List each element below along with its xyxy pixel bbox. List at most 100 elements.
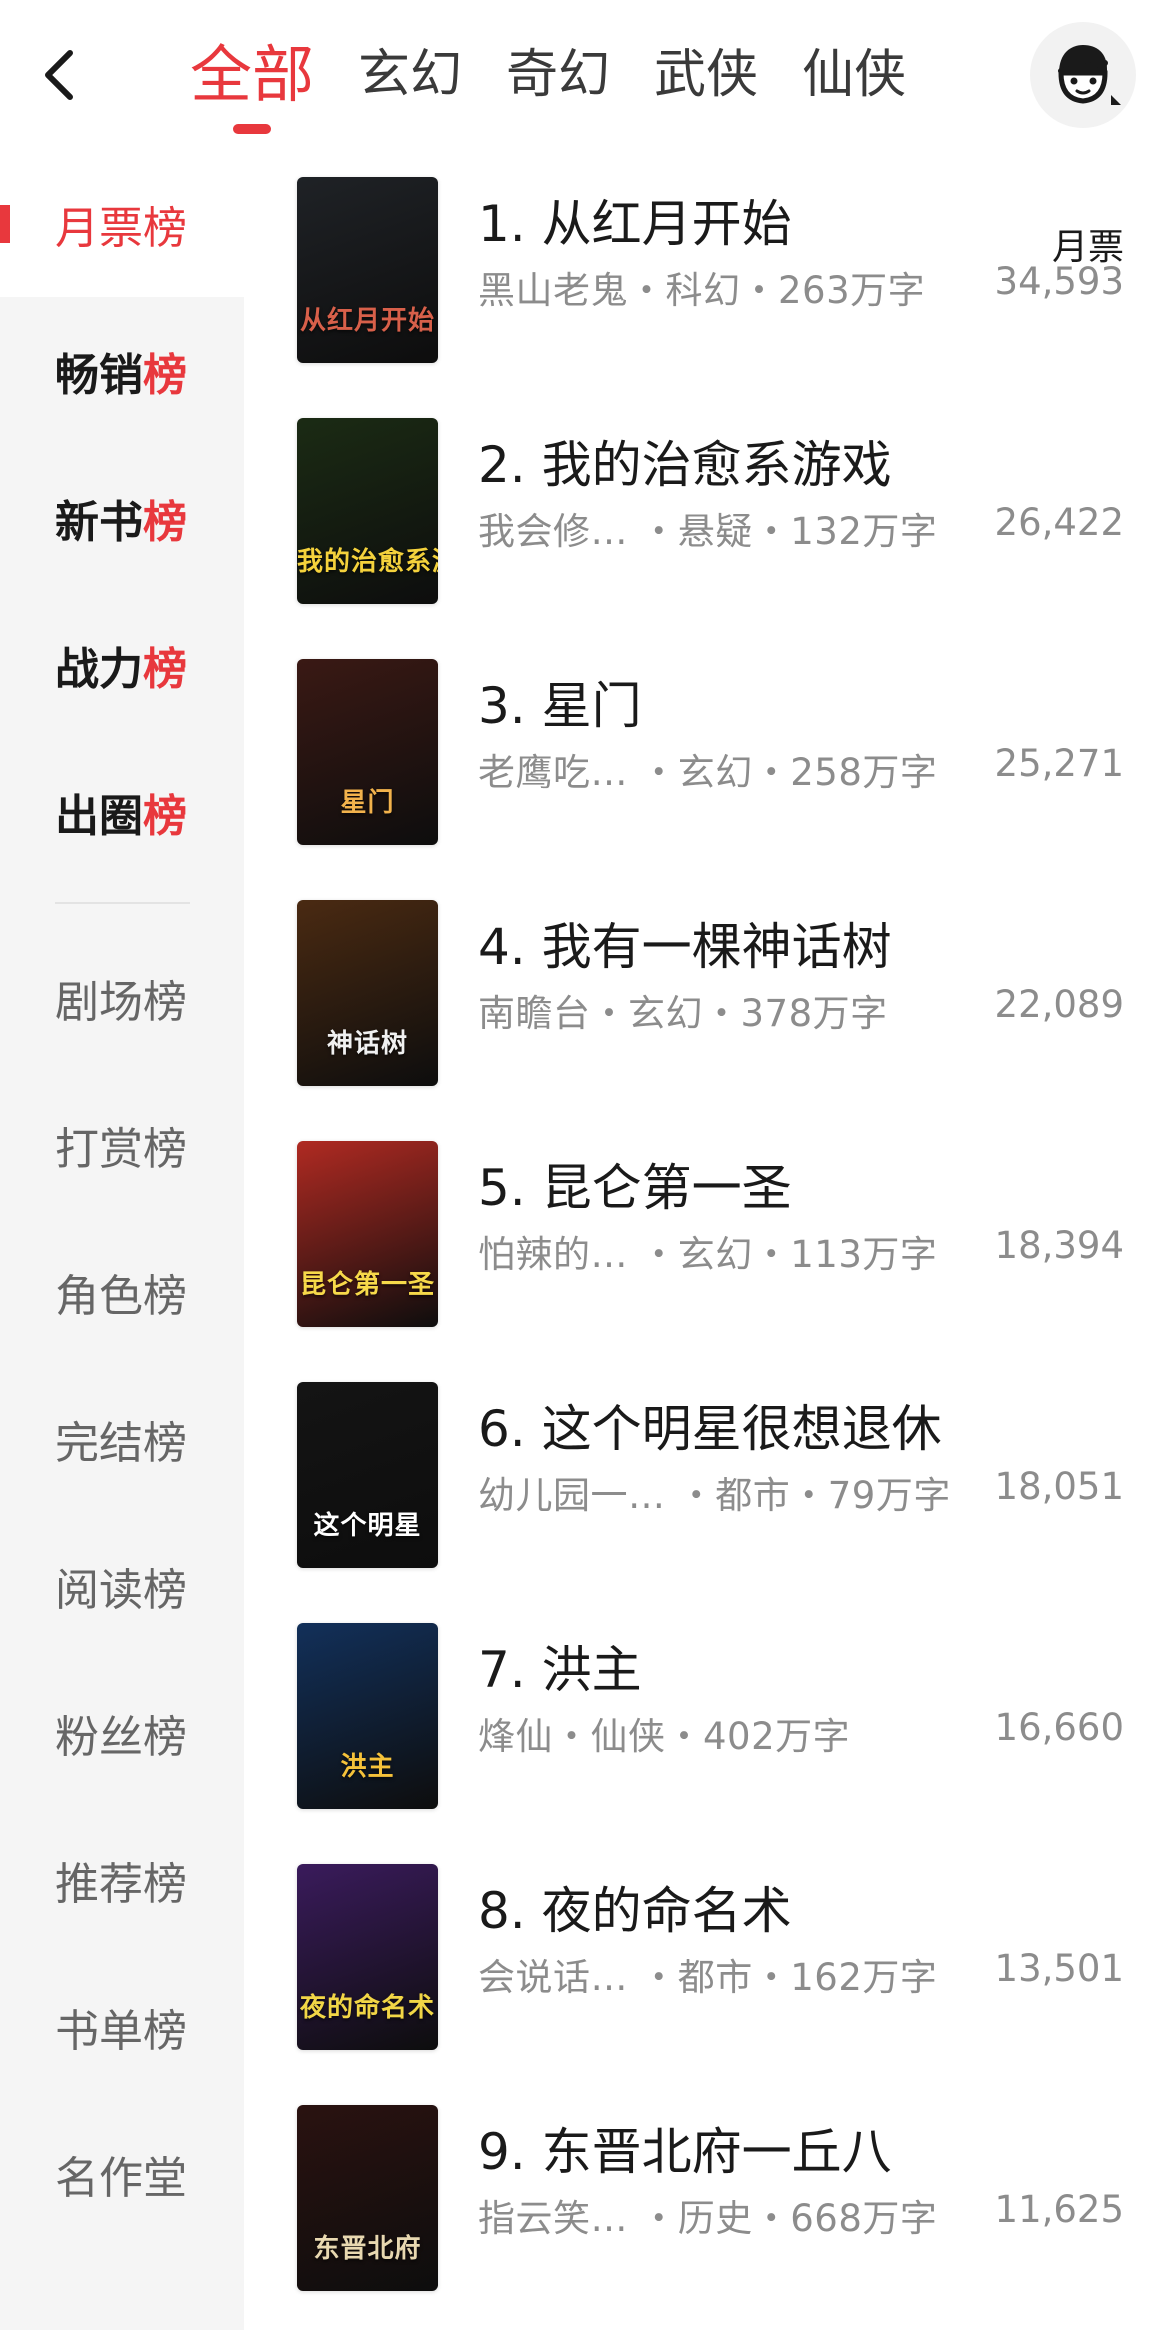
sidebar-item-label: 战力 — [55, 643, 143, 695]
sidebar-item-new-books[interactable]: 新书榜 — [0, 444, 244, 591]
book-cover-image[interactable]: 神话树 — [297, 900, 438, 1086]
book-cover-title: 我的治愈系游戏 — [297, 547, 438, 577]
book-row[interactable]: 这个明星 6. 这个明星很想退休 幼儿园一… ・都市・79万字 18,051 — [244, 1355, 1176, 1596]
book-name: 昆仑第一圣 — [541, 1159, 792, 1217]
book-cover-title: 夜的命名术 — [299, 1993, 435, 2023]
book-title[interactable]: 8. 夜的命名术 — [478, 1871, 792, 1943]
sidebar-item-label: 月票 — [55, 202, 143, 254]
book-row[interactable]: 夜的命名术 8. 夜的命名术 会说话… ・都市・162万字 13,501 — [244, 1837, 1176, 2078]
sidebar-item-completed[interactable]: 完结榜 — [0, 1365, 244, 1512]
sidebar-item-characters[interactable]: 角色榜 — [0, 1218, 244, 1365]
sidebar-item-masterpiece[interactable]: 名作堂 — [0, 2100, 244, 2247]
book-name: 这个明星很想退休 — [541, 1400, 942, 1458]
book-vote-count: 11,625 — [994, 2188, 1124, 2231]
book-title[interactable]: 5. 昆仑第一圣 — [478, 1148, 792, 1220]
book-title[interactable]: 2. 我的治愈系游戏 — [478, 425, 892, 497]
book-meta: 幼儿园一… ・都市・79万字 — [478, 1474, 951, 1517]
sidebar-item-theater[interactable]: 剧场榜 — [0, 924, 244, 1071]
book-rank: 3. — [478, 677, 526, 735]
book-rank: 5. — [478, 1159, 526, 1217]
tab-qihuan[interactable]: 奇幻 — [506, 30, 610, 120]
book-title[interactable]: 7. 洪主 — [478, 1630, 642, 1702]
book-cover-image[interactable]: 这个明星 — [297, 1382, 438, 1568]
category-tabs: 全部 玄幻 奇幻 武侠 仙侠 — [190, 30, 950, 134]
book-vote-count: 22,089 — [994, 983, 1124, 1026]
book-title[interactable]: 4. 我有一棵神话树 — [478, 907, 892, 979]
tab-wuxia[interactable]: 武侠 — [654, 30, 758, 120]
book-cover-image[interactable]: 洪主 — [297, 1623, 438, 1809]
book-title[interactable]: 6. 这个明星很想退休 — [478, 1389, 942, 1461]
sidebar-item-tips[interactable]: 打赏榜 — [0, 1071, 244, 1218]
book-vote-count: 18,394 — [994, 1224, 1124, 1267]
book-name: 洪主 — [541, 1641, 642, 1699]
tab-xianxia[interactable]: 仙侠 — [802, 30, 906, 120]
book-cover-title: 神话树 — [326, 1029, 408, 1059]
book-name: 我有一棵神话树 — [541, 918, 892, 976]
book-vote-count: 16,660 — [994, 1706, 1124, 1749]
book-meta: 南瞻台・玄幻・378万字 — [478, 992, 888, 1035]
book-row[interactable]: 昆仑第一圣 5. 昆仑第一圣 怕辣的… ・玄幻・113万字 18,394 — [244, 1114, 1176, 1355]
sidebar-item-reading[interactable]: 阅读榜 — [0, 1512, 244, 1659]
book-cover-title: 昆仑第一圣 — [299, 1270, 435, 1300]
top-bar: 全部 玄幻 奇幻 武侠 仙侠 — [0, 0, 1176, 150]
book-cover-image[interactable]: 昆仑第一圣 — [297, 1141, 438, 1327]
book-meta: 黑山老鬼・科幻・263万字 — [478, 269, 926, 312]
book-meta: 烽仙・仙侠・402万字 — [478, 1715, 851, 1758]
sidebar-item-monthly-votes[interactable]: 月票榜 — [0, 150, 244, 297]
book-cover-image[interactable]: 星门 — [297, 659, 438, 845]
book-cover-image[interactable]: 我的治愈系游戏 — [297, 418, 438, 604]
ranking-list: 月票 从红月开始 1. 从红月开始 黑山老鬼・科幻・263万字 34,593 我的治愈系… — [244, 150, 1176, 2330]
book-name: 东晋北府一丘八 — [541, 2123, 892, 2181]
book-meta: 我会修… ・悬疑・132万字 — [478, 510, 938, 553]
book-row[interactable]: 洪主 7. 洪主 烽仙・仙侠・402万字 16,660 — [244, 1596, 1176, 1837]
tab-xuanhuan[interactable]: 玄幻 — [358, 30, 462, 120]
book-rank: 2. — [478, 436, 526, 494]
sidebar-item-label-suffix: 榜 — [143, 643, 187, 695]
back-button[interactable] — [30, 40, 90, 110]
book-row[interactable]: 从红月开始 1. 从红月开始 黑山老鬼・科幻・263万字 34,593 — [244, 150, 1176, 391]
book-vote-count: 13,501 — [994, 1947, 1124, 1990]
book-cover-image[interactable]: 从红月开始 — [297, 177, 438, 363]
sidebar-item-label-suffix: 榜 — [143, 202, 187, 254]
book-cover-image[interactable]: 夜的命名术 — [297, 1864, 438, 2050]
book-rank: 4. — [478, 918, 526, 976]
sidebar-item-fans[interactable]: 粉丝榜 — [0, 1659, 244, 1806]
sidebar-divider — [55, 902, 190, 904]
book-cover-title: 从红月开始 — [299, 306, 435, 336]
book-name: 我的治愈系游戏 — [541, 436, 892, 494]
sidebar-item-recommend[interactable]: 推荐榜 — [0, 1806, 244, 1953]
book-name: 星门 — [541, 677, 642, 735]
user-avatar-button[interactable] — [1030, 22, 1136, 128]
book-name: 从红月开始 — [541, 195, 792, 253]
book-rank: 1. — [478, 195, 526, 253]
book-rank: 8. — [478, 1882, 526, 1940]
book-cover-image[interactable]: 东晋北府 — [297, 2105, 438, 2291]
user-avatar-icon — [1058, 45, 1121, 105]
book-cover-title: 洪主 — [340, 1752, 395, 1782]
book-vote-count: 34,593 — [994, 260, 1124, 303]
chevron-left-icon — [45, 50, 73, 100]
sidebar-item-booklist[interactable]: 书单榜 — [0, 1953, 244, 2100]
book-title[interactable]: 1. 从红月开始 — [478, 184, 792, 256]
book-rank: 7. — [478, 1641, 526, 1699]
sidebar-item-label: 畅销 — [55, 349, 143, 401]
sidebar-item-breakout[interactable]: 出圈榜 — [0, 738, 244, 885]
tab-all[interactable]: 全部 — [190, 30, 314, 134]
sidebar-item-label-suffix: 榜 — [143, 496, 187, 548]
book-title[interactable]: 9. 东晋北府一丘八 — [478, 2112, 892, 2184]
sidebar-item-label-suffix: 榜 — [143, 349, 187, 401]
book-name: 夜的命名术 — [541, 1882, 792, 1940]
book-row[interactable]: 神话树 4. 我有一棵神话树南瞻台・玄幻・378万字 22,089 — [244, 873, 1176, 1114]
book-meta: 老鹰吃… ・玄幻・258万字 — [478, 751, 938, 794]
sidebar-item-power[interactable]: 战力榜 — [0, 591, 244, 738]
book-row[interactable]: 星门 3. 星门 老鹰吃… ・玄幻・258万字 25,271 — [244, 632, 1176, 873]
book-cover-title: 星门 — [340, 788, 395, 818]
book-cover-title: 东晋北府 — [313, 2234, 422, 2264]
book-row[interactable]: 东晋北府 9. 东晋北府一丘八 指云笑… ・历史・668万字 11,625 — [244, 2078, 1176, 2319]
book-title[interactable]: 3. 星门 — [478, 666, 642, 738]
book-row[interactable]: 我的治愈系游戏2. 我的治愈系游戏我会修… ・悬疑・132万字26,422 — [244, 391, 1176, 632]
sidebar-item-bestseller[interactable]: 畅销榜 — [0, 297, 244, 444]
book-vote-count: 26,422 — [994, 501, 1124, 544]
book-meta: 会说话… ・都市・162万字 — [478, 1956, 938, 1999]
sidebar-item-label-suffix: 榜 — [143, 790, 187, 842]
